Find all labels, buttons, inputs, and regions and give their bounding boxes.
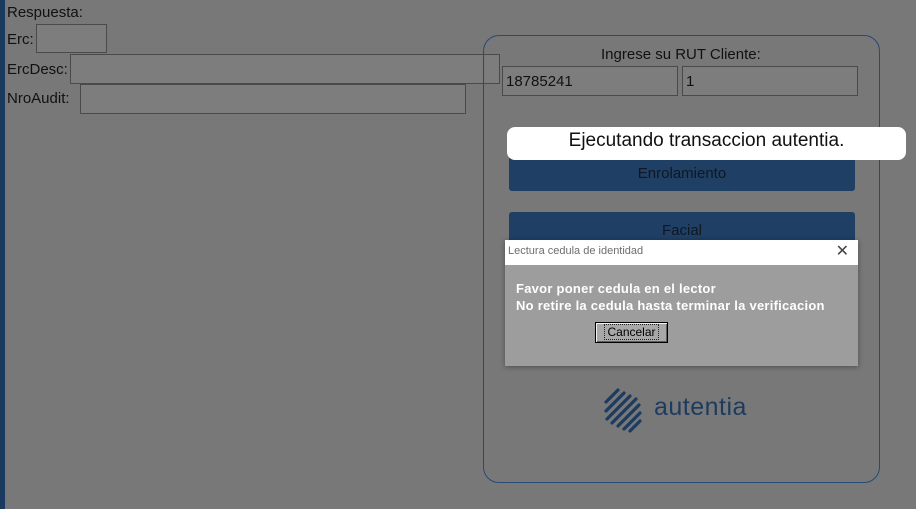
window-left-edge (0, 0, 5, 509)
dialog-message-line2: No retire la cedula hasta terminar la ve… (516, 298, 825, 313)
erc-label: Erc: (7, 31, 34, 48)
toast-text: Ejecutando transaccion autentia. (568, 130, 845, 151)
nroaudit-label: NroAudit: (7, 90, 70, 107)
id-card-dialog: Lectura cedula de identidad ✕ Favor pone… (505, 240, 858, 366)
facial-label: Facial (661, 222, 702, 239)
ercdesc-field[interactable] (70, 54, 500, 84)
dialog-title-bar: Lectura cedula de identidad ✕ (505, 240, 858, 265)
dialog-message-line1: Favor poner cedula en el lector (516, 281, 716, 296)
facial-button[interactable]: Facial (509, 212, 855, 240)
enrolamiento-label: Enrolamiento (637, 165, 727, 182)
ercdesc-label: ErcDesc: (7, 61, 68, 78)
dialog-title: Lectura cedula de identidad (508, 245, 644, 257)
enrolamiento-button[interactable]: Enrolamiento (509, 156, 855, 191)
rut-dv-input[interactable]: 1 (682, 66, 858, 96)
close-icon[interactable]: ✕ (836, 243, 849, 261)
erc-field[interactable] (36, 24, 107, 53)
autentia-logo-text: autentia (654, 393, 747, 421)
cancel-label: Cancelar (604, 324, 659, 340)
rut-input[interactable]: 18785241 (502, 66, 678, 96)
rut-label: Ingrese su RUT Cliente: (601, 46, 761, 63)
cancel-button[interactable]: Cancelar (595, 322, 668, 343)
status-toast: Ejecutando transaccion autentia. (507, 127, 906, 160)
respuesta-label: Respuesta: (7, 4, 83, 21)
nroaudit-field[interactable] (80, 84, 466, 114)
